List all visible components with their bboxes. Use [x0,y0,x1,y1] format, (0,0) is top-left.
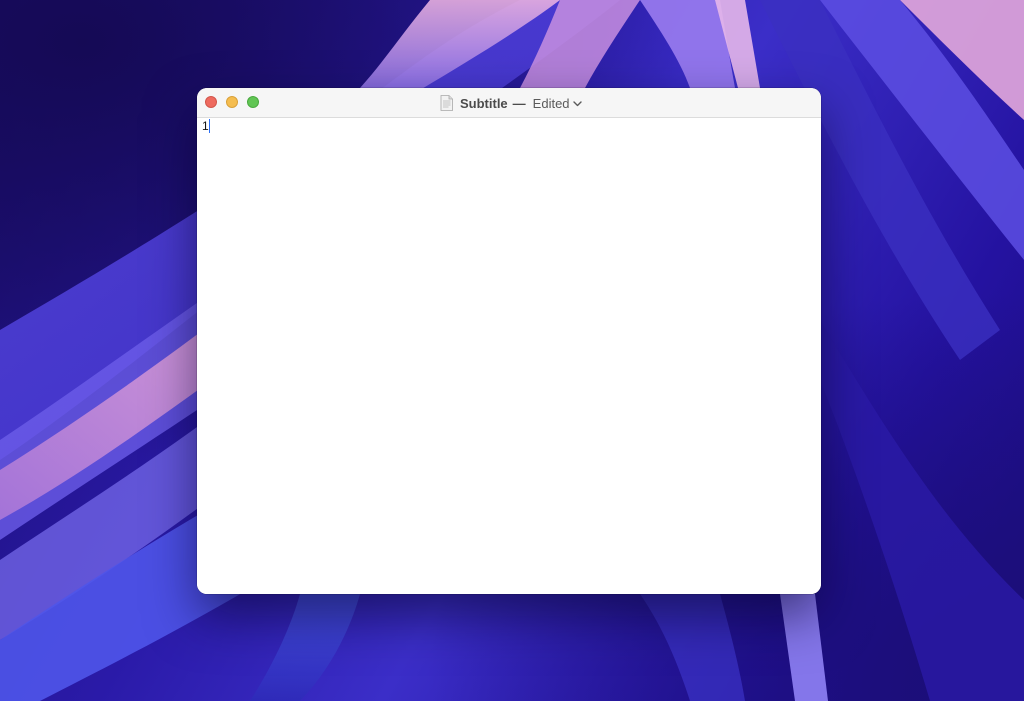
close-button[interactable] [205,96,217,108]
window-title[interactable]: Subtitle — Edited [440,94,582,112]
document-icon [440,95,453,111]
window-titlebar[interactable]: Subtitle — Edited [197,88,821,118]
document-name: Subtitle [460,95,508,111]
chevron-down-icon[interactable] [572,100,582,107]
textedit-window[interactable]: Subtitle — Edited 1 [197,88,821,594]
document-status[interactable]: Edited [533,96,570,111]
zoom-button[interactable] [247,96,259,108]
title-separator: — [512,95,526,111]
minimize-button[interactable] [226,96,238,108]
editor-text: 1 [202,119,209,133]
editor-content[interactable]: 1 [202,119,210,133]
text-cursor [208,119,210,133]
text-editor-area[interactable]: 1 [197,118,821,594]
